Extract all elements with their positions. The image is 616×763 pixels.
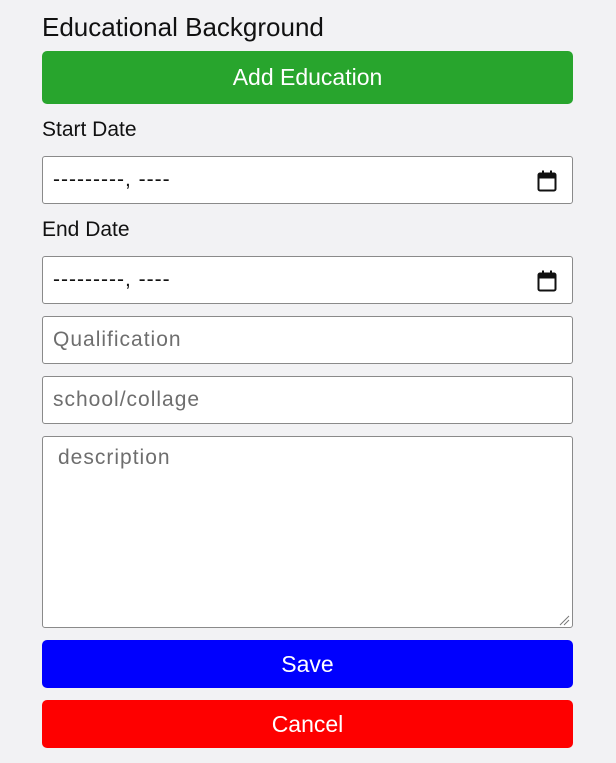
add-education-button[interactable]: Add Education	[42, 51, 573, 104]
section-title: Educational Background	[42, 12, 324, 42]
cancel-button[interactable]: Cancel	[42, 700, 573, 748]
description-textarea[interactable]	[42, 436, 573, 628]
resize-handle-icon[interactable]	[558, 614, 570, 626]
save-button[interactable]: Save	[42, 640, 573, 688]
qualification-input[interactable]	[42, 316, 573, 364]
end-date-value: ---------, ----	[53, 268, 171, 291]
calendar-icon[interactable]	[537, 270, 557, 292]
end-date-label: End Date	[42, 218, 130, 241]
end-date-input[interactable]: ---------, ----	[42, 256, 573, 304]
start-date-value: ---------, ----	[53, 168, 171, 191]
calendar-icon[interactable]	[537, 170, 557, 192]
start-date-input[interactable]: ---------, ----	[42, 156, 573, 204]
school-input[interactable]	[42, 376, 573, 424]
start-date-label: Start Date	[42, 118, 137, 141]
